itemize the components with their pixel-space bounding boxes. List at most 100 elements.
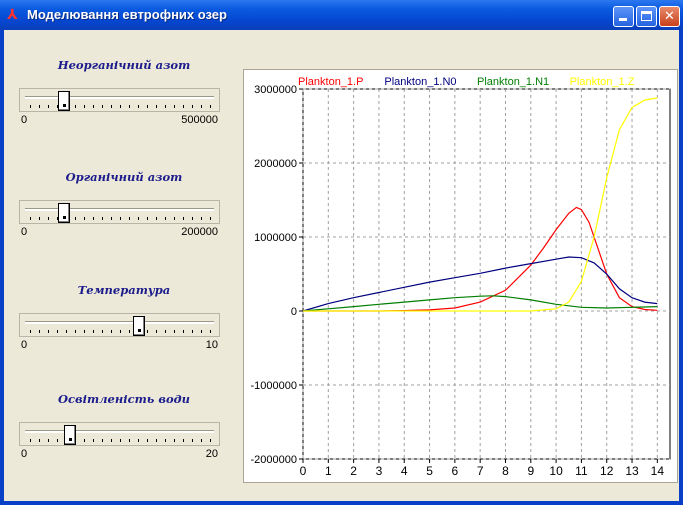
slider-tick — [165, 217, 166, 220]
slider-tick — [111, 217, 112, 220]
legend-entry: Plankton_1.N0 — [384, 76, 456, 88]
slider-tick — [183, 105, 184, 108]
slider-tick — [210, 439, 211, 442]
slider-tick — [165, 439, 166, 442]
temperature-slider[interactable] — [19, 313, 220, 337]
y-tick-label: 2000000 — [254, 158, 297, 170]
inorganic-nitrogen-slider[interactable] — [19, 88, 220, 112]
window-title: Моделювання евтрофних озер — [27, 7, 227, 22]
minimize-icon — [619, 18, 627, 21]
slider-tick — [192, 105, 193, 108]
organic-nitrogen-slider[interactable] — [19, 200, 220, 224]
x-tick-label: 7 — [477, 464, 484, 478]
water-clarity-title: Освітленість води — [58, 392, 190, 406]
slider-groove — [25, 96, 214, 99]
slider-tick — [48, 439, 49, 442]
y-tick-label: 3000000 — [254, 84, 297, 96]
slider-tick — [66, 330, 67, 333]
maximize-icon — [641, 11, 652, 21]
slider-tick — [165, 330, 166, 333]
slider-tick — [147, 105, 148, 108]
title-bar[interactable]: ⅄ Моделювання евтрофних озер ✕ — [0, 0, 683, 30]
slider-tick — [93, 439, 94, 442]
slider-tick — [138, 439, 139, 442]
app-window: ⅄ Моделювання евтрофних озер ✕ Неорганіч… — [0, 0, 683, 505]
slider-tick — [48, 330, 49, 333]
y-tick-label: 1000000 — [254, 232, 297, 244]
organic-nitrogen-min-label: 0 — [21, 226, 28, 238]
slider-tick — [120, 439, 121, 442]
slider-tick — [30, 105, 31, 108]
slider-tick — [129, 439, 130, 442]
slider-tick — [156, 439, 157, 442]
slider-tick — [93, 217, 94, 220]
y-tick-label: 0 — [291, 306, 297, 318]
slider-groove — [25, 430, 214, 433]
slider-tick — [111, 330, 112, 333]
slider-tick — [129, 105, 130, 108]
slider-tick — [192, 217, 193, 220]
slider-tick — [120, 105, 121, 108]
slider-tick — [39, 439, 40, 442]
slider-tick — [84, 330, 85, 333]
inorganic-nitrogen-title: Неорганічний азот — [57, 58, 191, 72]
slider-tick — [210, 105, 211, 108]
slider-tick — [174, 105, 175, 108]
slider-tick — [48, 105, 49, 108]
app-icon: ⅄ — [7, 7, 18, 23]
slider-tick — [57, 330, 58, 333]
slider-tick — [75, 105, 76, 108]
close-button[interactable]: ✕ — [659, 6, 680, 27]
organic-nitrogen-slider-thumb[interactable] — [58, 203, 71, 223]
slider-tick — [192, 330, 193, 333]
slider-tick — [75, 330, 76, 333]
slider-tick — [30, 439, 31, 442]
slider-tick — [30, 217, 31, 220]
x-tick-label: 4 — [401, 464, 408, 478]
x-tick-label: 11 — [575, 464, 588, 478]
water-clarity-slider[interactable] — [19, 422, 220, 446]
slider-tick — [210, 217, 211, 220]
inorganic-nitrogen-max-label: 500000 — [181, 114, 218, 126]
slider-tick — [93, 330, 94, 333]
slider-tick — [183, 330, 184, 333]
y-tick-label: -1000000 — [251, 380, 298, 392]
inorganic-nitrogen-min-label: 0 — [21, 114, 28, 126]
slider-tick — [120, 330, 121, 333]
slider-tick — [147, 439, 148, 442]
slider-tick — [93, 105, 94, 108]
close-icon: ✕ — [664, 9, 675, 24]
inorganic-nitrogen-slider-thumb[interactable] — [58, 91, 71, 111]
slider-tick — [39, 105, 40, 108]
slider-tick — [201, 439, 202, 442]
organic-nitrogen-max-label: 200000 — [181, 226, 218, 238]
legend-entry: Plankton_1.P — [298, 76, 363, 88]
slider-tick — [174, 217, 175, 220]
slider-tick — [84, 105, 85, 108]
slider-tick — [84, 217, 85, 220]
water-clarity-slider-thumb[interactable] — [63, 425, 76, 445]
x-tick-label: 13 — [625, 464, 639, 478]
x-tick-label: 10 — [549, 464, 563, 478]
x-tick-label: 6 — [452, 464, 459, 478]
slider-tick — [129, 330, 130, 333]
slider-tick — [30, 330, 31, 333]
x-tick-label: 12 — [600, 464, 614, 478]
slider-groove — [25, 321, 214, 324]
x-tick-label: 5 — [426, 464, 433, 478]
slider-tick — [102, 217, 103, 220]
maximize-button[interactable] — [636, 6, 657, 27]
x-tick-label: 8 — [502, 464, 509, 478]
slider-tick — [156, 105, 157, 108]
client-area: Неорганічний азот 0 500000 Органічний азот 0… — [4, 30, 679, 501]
slider-tick — [174, 330, 175, 333]
slider-tick — [201, 330, 202, 333]
minimize-button[interactable] — [613, 6, 634, 27]
slider-groove — [25, 208, 214, 211]
slider-tick — [39, 330, 40, 333]
slider-tick — [174, 439, 175, 442]
slider-tick — [156, 330, 157, 333]
organic-nitrogen-title: Органічний азот — [65, 170, 183, 184]
slider-tick — [75, 217, 76, 220]
temperature-slider-thumb[interactable] — [132, 316, 145, 336]
